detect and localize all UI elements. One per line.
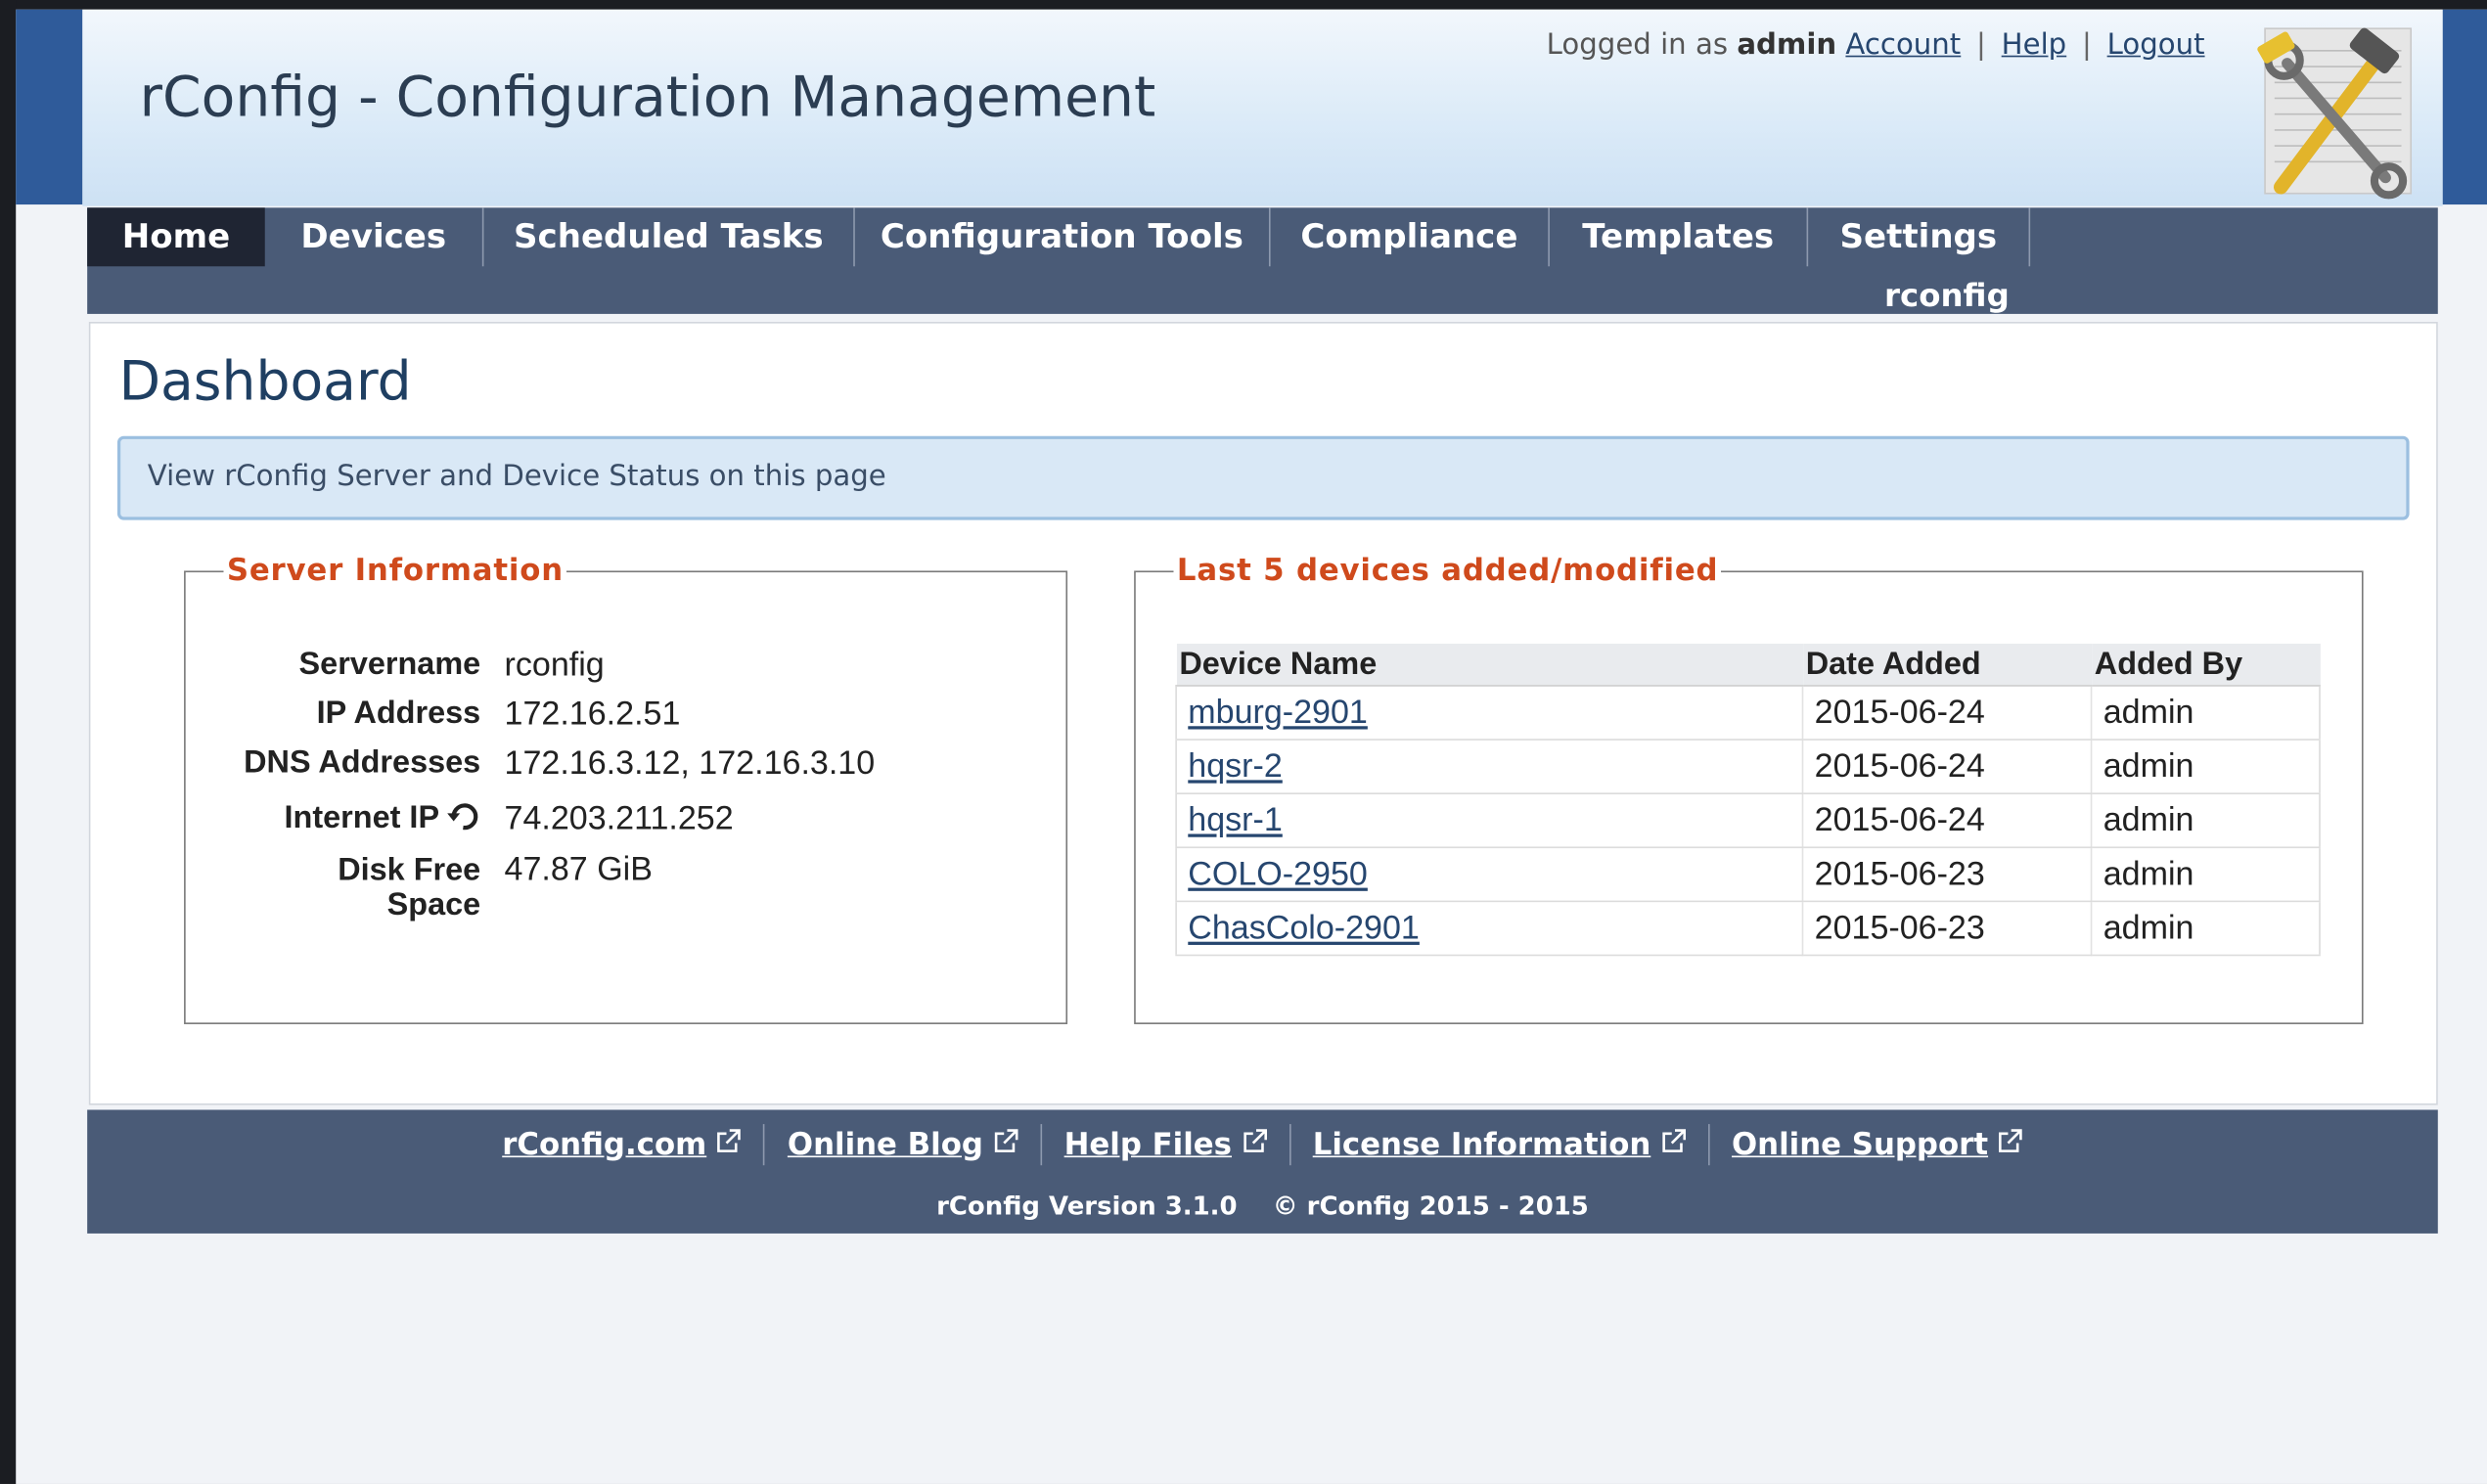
table-row: hqsr-2 2015-06-24 admin	[1176, 740, 2321, 794]
added-by-cell: admin	[2091, 793, 2321, 849]
logged-in-prefix: Logged in as	[1546, 28, 1729, 63]
ip-address-label: IP Address	[316, 696, 481, 732]
footer-link-online-support[interactable]: Online Support	[1732, 1127, 2023, 1162]
column-header-device-name: Device Name	[1176, 644, 1803, 687]
external-link-icon	[1660, 1127, 1686, 1162]
footer-separator	[1040, 1124, 1042, 1166]
footer-link-rconfig-com[interactable]: rConfig.com	[502, 1127, 742, 1162]
device-name-cell: hqsr-1	[1176, 793, 1804, 849]
column-header-date-added: Date Added	[1802, 644, 2092, 687]
disk-free-value: 47.87 GiB	[504, 851, 653, 888]
page-title: Dashboard	[118, 350, 412, 415]
device-link[interactable]: hqsr-2	[1188, 747, 1283, 784]
logout-link[interactable]: Logout	[2107, 28, 2205, 62]
disk-free-label: Disk Free Space	[163, 853, 480, 922]
footer-version-line: rConfig Version 3.1.0 © rConfig 2015 - 2…	[87, 1191, 2438, 1221]
device-link[interactable]: hqsr-1	[1188, 801, 1283, 837]
table-row: ChasColo-2901 2015-06-23 admin	[1176, 901, 2321, 957]
recent-devices-legend: Last 5 devices added/modified	[1176, 553, 1719, 589]
nav-home[interactable]: Home	[87, 207, 265, 267]
nav-settings[interactable]: Settings	[1808, 207, 2031, 267]
copyright-text: © rConfig 2015 - 2015	[1272, 1191, 1589, 1221]
table-row: COLO-2950 2015-06-23 admin	[1176, 847, 2321, 903]
header-right-accent	[2442, 9, 2487, 205]
server-info-legend: Server Information	[226, 553, 564, 589]
device-link[interactable]: ChasColo-2901	[1188, 909, 1420, 945]
device-name-cell: hqsr-2	[1176, 740, 1804, 794]
nav-devices[interactable]: Devices	[265, 207, 484, 267]
table-row: mburg-2901 2015-06-24 admin	[1176, 685, 2321, 741]
external-link-icon	[993, 1127, 1018, 1162]
device-name-cell: mburg-2901	[1176, 685, 1804, 741]
user-bar: Logged in as admin Account | Help | Logo…	[1547, 28, 2205, 62]
internet-ip-label-group: Internet IP	[163, 799, 480, 842]
page-footer: rConfig.com Online Blog Help Files License …	[87, 1109, 2438, 1234]
device-link[interactable]: COLO-2950	[1188, 855, 1368, 891]
refresh-icon[interactable]	[446, 799, 481, 842]
nav-sub-label: rconfig	[1883, 276, 2010, 314]
footer-links: rConfig.com Online Blog Help Files License …	[87, 1124, 2438, 1166]
username: admin	[1737, 28, 1837, 63]
nav-templates[interactable]: Templates	[1550, 207, 1809, 267]
table-header-row: Device Name Date Added Added By	[1176, 644, 2321, 687]
app-title: rConfig - Configuration Management	[139, 67, 1156, 130]
main-content: Dashboard View rConfig Server and Device…	[88, 322, 2438, 1105]
table-row: hqsr-1 2015-06-24 admin	[1176, 793, 2321, 849]
footer-link-help-files[interactable]: Help Files	[1064, 1127, 1267, 1162]
added-by-cell: admin	[2091, 685, 2321, 741]
recent-devices-panel: Last 5 devices added/modified Device Nam…	[1134, 553, 2364, 1024]
separator: |	[1976, 28, 1986, 63]
dns-addresses-label: DNS Addresses	[244, 744, 481, 781]
footer-separator	[1707, 1124, 1710, 1166]
device-name-cell: ChasColo-2901	[1176, 901, 1804, 957]
date-added-cell: 2015-06-23	[1802, 901, 2093, 957]
recent-devices-table: Device Name Date Added Added By mburg-29…	[1175, 644, 2321, 957]
header-left-accent	[16, 9, 83, 205]
info-text: View rConfig Server and Device Status on…	[147, 460, 886, 494]
date-added-cell: 2015-06-24	[1802, 793, 2093, 849]
server-info-panel: Server Information Servername rconfig IP…	[184, 553, 1068, 1024]
column-header-added-by: Added By	[2091, 644, 2321, 687]
internet-ip-value: 74.203.211.252	[504, 800, 734, 837]
external-link-icon	[716, 1127, 742, 1162]
date-added-cell: 2015-06-23	[1802, 847, 2093, 903]
date-added-cell: 2015-06-24	[1802, 685, 2093, 741]
servername-value: rconfig	[504, 647, 605, 684]
footer-separator	[1289, 1124, 1290, 1166]
page-header: rConfig - Configuration Management Logge…	[82, 9, 2443, 206]
nav-configuration-tools[interactable]: Configuration Tools	[855, 207, 1271, 267]
added-by-cell: admin	[2091, 740, 2321, 794]
window-left-border	[0, 0, 17, 1484]
internet-ip-label: Internet IP	[284, 800, 440, 836]
device-link[interactable]: mburg-2901	[1188, 694, 1368, 730]
nav-compliance[interactable]: Compliance	[1271, 207, 1550, 267]
hammer-wrench-logo-icon	[2252, 16, 2420, 202]
separator: |	[2082, 28, 2092, 63]
external-link-icon	[1242, 1127, 1267, 1162]
footer-link-license-information[interactable]: License Information	[1313, 1127, 1686, 1162]
help-link[interactable]: Help	[2002, 28, 2067, 62]
info-banner: View rConfig Server and Device Status on…	[116, 435, 2410, 520]
footer-separator	[763, 1124, 766, 1166]
device-name-cell: COLO-2950	[1176, 847, 1804, 903]
version-text: rConfig Version 3.1.0	[936, 1191, 1238, 1221]
account-link[interactable]: Account	[1845, 28, 1961, 62]
date-added-cell: 2015-06-24	[1802, 740, 2093, 794]
added-by-cell: admin	[2091, 901, 2321, 957]
dns-addresses-value: 172.16.3.12, 172.16.3.10	[504, 744, 876, 783]
external-link-icon	[1998, 1127, 2023, 1162]
disk-free-label-text: Disk Free Space	[338, 852, 481, 923]
added-by-cell: admin	[2091, 847, 2321, 903]
window-top-border	[0, 0, 2487, 10]
servername-label: Servername	[298, 647, 481, 682]
ip-address-value: 172.16.2.51	[504, 696, 681, 733]
nav-scheduled-tasks[interactable]: Scheduled Tasks	[483, 207, 855, 267]
footer-link-online-blog[interactable]: Online Blog	[788, 1127, 1018, 1162]
main-nav: Home Devices Scheduled Tasks Configurati…	[87, 207, 2438, 314]
